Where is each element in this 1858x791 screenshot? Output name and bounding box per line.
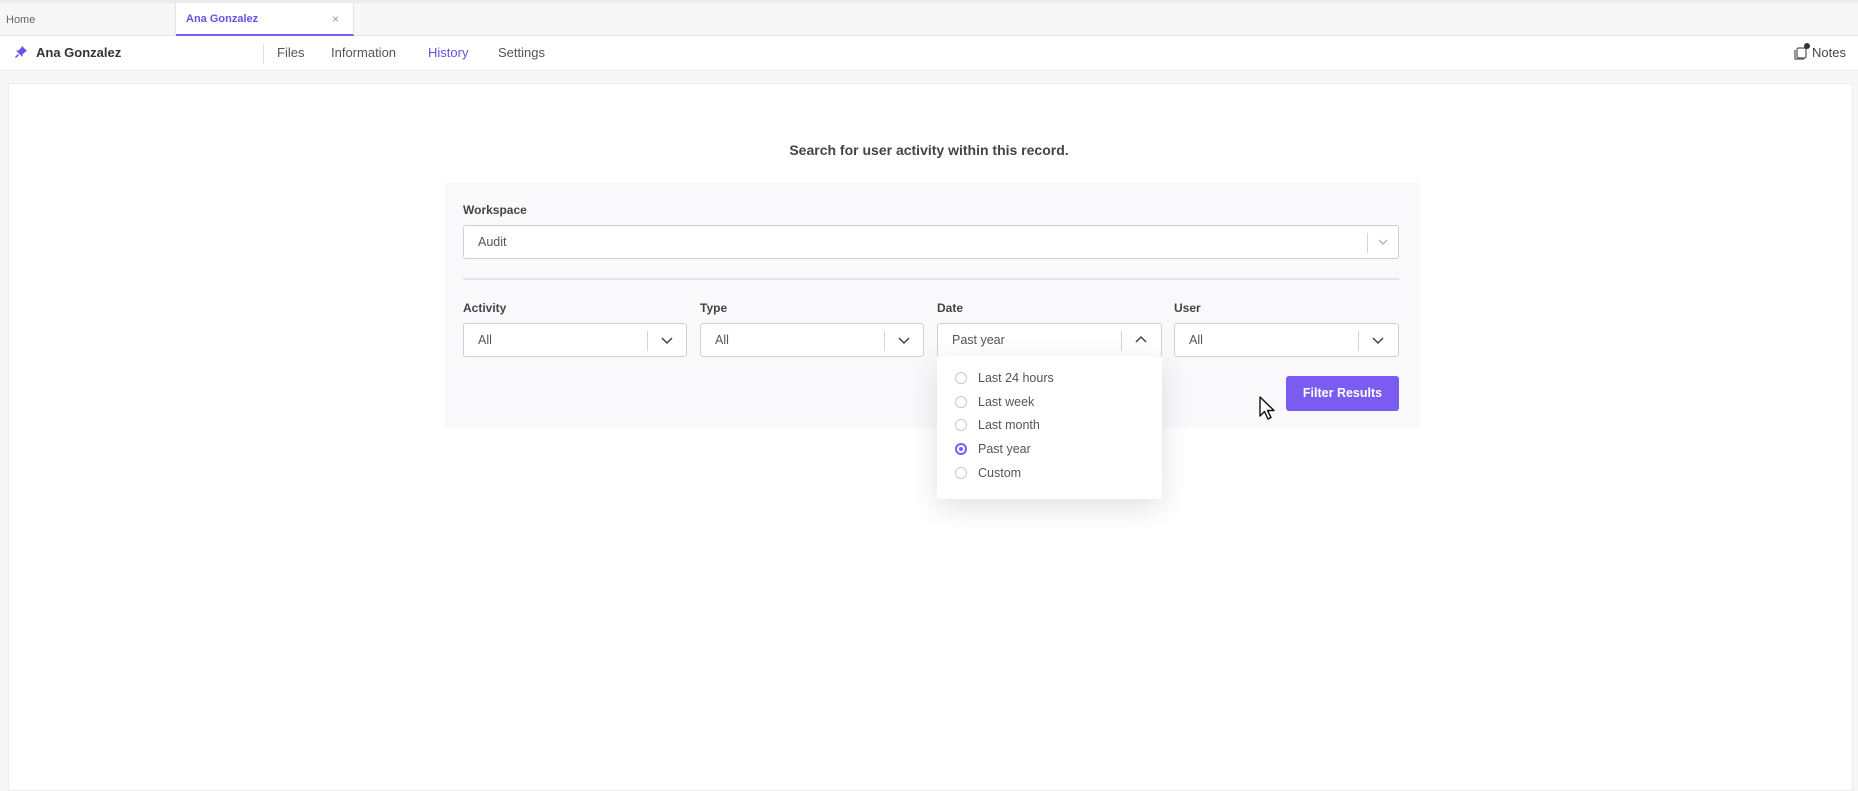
page-headline: Search for user activity within this rec…	[789, 142, 1069, 158]
nav-files[interactable]: Files	[277, 45, 304, 60]
chevron-up-icon	[1135, 335, 1147, 343]
tab-label: Home	[6, 13, 36, 26]
option-label: Custom	[978, 466, 1022, 480]
tab-strip: Home Ana Gonzalez ×	[0, 0, 1858, 36]
select-separator	[1367, 233, 1368, 253]
type-label: Type	[700, 301, 728, 315]
date-option-past-year[interactable]: Past year	[955, 439, 1031, 459]
chevron-down-icon	[661, 337, 673, 345]
chevron-down-icon	[1378, 239, 1388, 245]
select-separator	[1121, 331, 1122, 351]
date-option-last-month[interactable]: Last month	[955, 415, 1040, 435]
chevron-down-icon	[898, 337, 910, 345]
radio-button[interactable]	[955, 372, 967, 384]
activity-value: All	[478, 333, 492, 347]
user-label: User	[1174, 301, 1201, 315]
mouse-cursor-icon	[1259, 396, 1275, 420]
workspace-label: Workspace	[463, 203, 527, 217]
nav-settings[interactable]: Settings	[498, 45, 545, 60]
type-select[interactable]: All	[700, 323, 924, 357]
record-header: Ana Gonzalez Files Information History S…	[0, 36, 1858, 71]
user-select[interactable]: All	[1174, 323, 1399, 357]
option-label: Last month	[978, 418, 1040, 432]
tab-home[interactable]: Home	[0, 3, 176, 36]
date-option-last-week[interactable]: Last week	[955, 392, 1034, 412]
radio-button[interactable]	[955, 396, 967, 408]
notification-dot	[1804, 42, 1811, 49]
workspace-select[interactable]: Audit	[463, 225, 1399, 259]
user-value: All	[1189, 333, 1203, 347]
option-label: Last week	[978, 395, 1035, 409]
activity-label: Activity	[463, 301, 507, 315]
filter-card	[445, 182, 1420, 428]
record-title: Ana Gonzalez	[36, 45, 122, 60]
date-dropdown-menu: Last 24 hours Last week Last month Past …	[937, 356, 1162, 499]
notes-label: Notes	[1812, 45, 1846, 60]
date-select[interactable]: Past year	[937, 323, 1162, 357]
option-label: Last 24 hours	[978, 371, 1054, 385]
option-label: Past year	[978, 442, 1031, 456]
divider	[263, 44, 264, 64]
pin-icon[interactable]	[14, 45, 28, 59]
radio-button[interactable]	[955, 419, 967, 431]
filter-results-button[interactable]: Filter Results	[1286, 376, 1399, 411]
select-separator	[1358, 331, 1359, 351]
date-value: Past year	[952, 333, 1005, 347]
nav-information[interactable]: Information	[331, 45, 396, 60]
divider	[463, 278, 1399, 280]
select-separator	[647, 331, 648, 351]
notes-icon	[1794, 42, 1811, 60]
radio-button[interactable]	[955, 467, 967, 479]
select-separator	[884, 331, 885, 351]
tab-label: Ana Gonzalez	[186, 12, 259, 25]
radio-button-selected[interactable]	[955, 443, 967, 455]
tab-ana-gonzalez[interactable]: Ana Gonzalez ×	[176, 3, 354, 36]
date-label: Date	[937, 301, 964, 315]
nav-history[interactable]: History	[428, 45, 468, 60]
date-option-last-24-hours[interactable]: Last 24 hours	[955, 368, 1054, 388]
notes-button[interactable]: Notes	[1794, 42, 1846, 60]
chevron-down-icon	[1372, 337, 1384, 345]
type-value: All	[715, 333, 729, 347]
close-icon[interactable]: ×	[332, 12, 339, 26]
workspace-value: Audit	[478, 235, 507, 249]
activity-select[interactable]: All	[463, 323, 687, 357]
date-option-custom[interactable]: Custom	[955, 463, 1021, 483]
